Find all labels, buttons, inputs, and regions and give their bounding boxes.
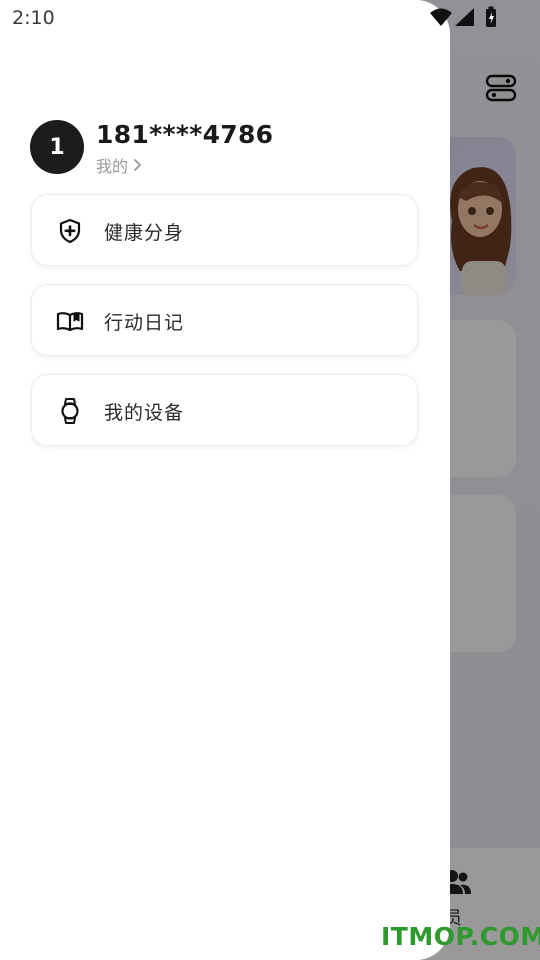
battery-charging-icon — [486, 6, 496, 27]
watermark: ITMOP.COM — [381, 922, 540, 951]
navigation-drawer: 1 181****4786 我的 健康分身 行动日记 我的设备 — [0, 0, 450, 960]
avatar[interactable]: 1 — [30, 120, 84, 174]
status-time: 2:10 — [12, 7, 55, 29]
menu-item-my-devices[interactable]: 我的设备 — [31, 374, 418, 446]
status-bar: 2:10 — [0, 0, 540, 36]
profile-phone: 181****4786 — [96, 120, 274, 149]
menu-item-action-diary[interactable]: 行动日记 — [31, 284, 418, 356]
wifi-icon — [430, 8, 452, 26]
status-icons — [430, 6, 496, 27]
menu-item-label: 健康分身 — [104, 222, 185, 244]
cell-signal-icon — [455, 8, 474, 26]
chevron-right-icon — [134, 159, 141, 171]
menu-item-label: 行动日记 — [104, 312, 185, 334]
shield-plus-icon — [59, 218, 81, 244]
profile-header: 1 181****4786 我的 — [30, 120, 430, 180]
open-book-icon — [56, 312, 84, 332]
menu-item-label: 我的设备 — [104, 402, 185, 424]
my-profile-label: 我的 — [96, 157, 129, 176]
my-profile-link[interactable]: 我的 — [96, 154, 144, 176]
smartwatch-icon — [61, 398, 79, 424]
menu-item-health-avatar[interactable]: 健康分身 — [31, 194, 418, 266]
